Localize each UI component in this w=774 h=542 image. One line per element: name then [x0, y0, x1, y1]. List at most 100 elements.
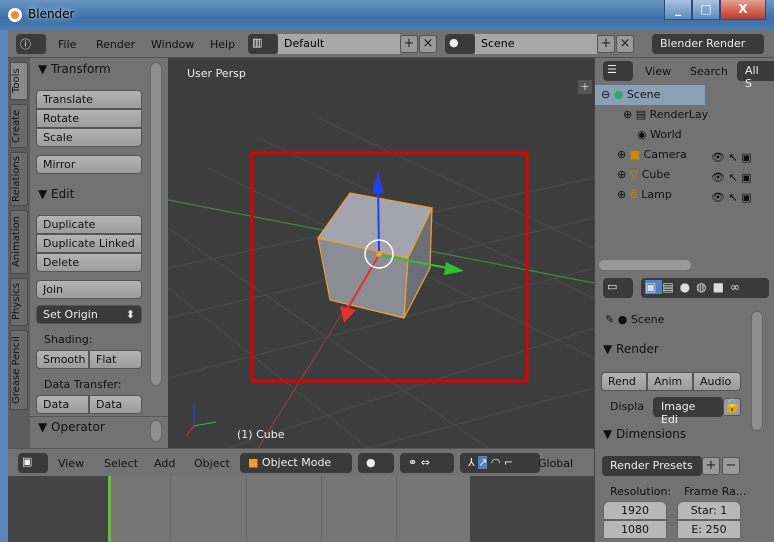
menu-object[interactable]: Object: [194, 457, 230, 470]
timeline[interactable]: [8, 476, 594, 542]
render-header-label: Render: [616, 342, 659, 356]
menu-select[interactable]: Select: [104, 457, 138, 470]
z-arrow-icon: [372, 172, 384, 193]
outliner-item-cube[interactable]: ⊕ ▽ Cube: [617, 165, 670, 185]
maximize-button[interactable]: □: [692, 0, 720, 20]
manipulator-toggles[interactable]: ⅄ ↗ ◠ ⌐: [460, 453, 540, 473]
outliner-type-icon[interactable]: ☰: [603, 61, 633, 81]
current-frame-marker[interactable]: [108, 476, 111, 542]
visibility-icons[interactable]: 👁 ↖ ▣ 👁 ↖ ▣ 👁 ↖ ▣: [711, 148, 752, 208]
remove-scene-icon[interactable]: ×: [616, 35, 634, 53]
properties-scrollbar[interactable]: [751, 311, 763, 431]
tab-tools[interactable]: Tools: [10, 62, 28, 100]
tab-physics[interactable]: Physics: [10, 278, 28, 326]
view-label: User Persp: [187, 67, 246, 80]
duplicate-linked-button[interactable]: Duplicate Linked: [36, 234, 142, 253]
add-layout-icon[interactable]: +: [400, 35, 418, 53]
edit-panel-header[interactable]: ▼ Edit: [38, 187, 74, 201]
3d-viewport[interactable]: User Persp (1) Cube +: [168, 58, 594, 448]
transform-panel-header[interactable]: ▼ Transform: [38, 62, 111, 76]
scene-icon: ●: [613, 88, 624, 101]
resolution-x-field[interactable]: 1920: [603, 501, 667, 520]
data-button[interactable]: Data: [36, 395, 89, 414]
shading-label: Shading:: [44, 333, 93, 346]
frame-end-field[interactable]: E: 250: [677, 520, 741, 539]
data-transfer-label: Data Transfer:: [44, 378, 122, 391]
layout-selector[interactable]: Default: [278, 34, 400, 54]
translate-button[interactable]: Translate: [36, 90, 142, 109]
join-button[interactable]: Join: [36, 280, 142, 299]
remove-preset-icon[interactable]: −: [722, 457, 740, 475]
operator-scrollbar[interactable]: [150, 420, 162, 442]
render-animation-button[interactable]: Anim: [647, 372, 693, 391]
mode-select[interactable]: ■ Object Mode: [240, 453, 352, 473]
orientation-select[interactable]: Global: [538, 457, 573, 470]
menu-window[interactable]: Window: [151, 38, 194, 51]
tab-relations[interactable]: Relations: [10, 152, 28, 206]
display-select[interactable]: Image Edi: [653, 397, 723, 426]
dimensions-panel-header[interactable]: ▼ Dimensions: [603, 427, 686, 441]
render-engine-select[interactable]: Blender Render: [652, 34, 764, 54]
rotate-button[interactable]: Rotate: [36, 109, 142, 128]
menu-render[interactable]: Render: [96, 38, 135, 51]
pivot-select[interactable]: ⚭ ⇔: [400, 453, 454, 473]
render-audio-button[interactable]: Audio: [693, 372, 741, 391]
tab-animation[interactable]: Animation: [10, 210, 28, 274]
close-button[interactable]: X: [720, 0, 766, 20]
mirror-button[interactable]: Mirror: [36, 155, 142, 174]
render-presets-select[interactable]: Render Presets: [602, 456, 702, 476]
properties-toggle-icon[interactable]: +: [578, 80, 592, 94]
properties-type-icon[interactable]: ▭: [603, 278, 633, 298]
operator-panel-header[interactable]: ▼ Operator: [38, 420, 105, 434]
tool-tabs: Tools Create Relations Animation Physics…: [8, 58, 30, 448]
render-panel-header[interactable]: ▼ Render: [603, 342, 659, 356]
duplicate-button[interactable]: Duplicate: [36, 215, 142, 234]
tool-shelf-scrollbar[interactable]: [150, 62, 162, 386]
tab-create[interactable]: Create: [10, 104, 28, 148]
outliner-item-lamp[interactable]: ⊕ ♁ Lamp: [617, 185, 672, 205]
info-editor-type-icon[interactable]: ⓘ: [16, 34, 46, 54]
context-label: Scene: [630, 313, 665, 326]
editor-type-icon[interactable]: ▣: [18, 453, 48, 473]
transform-header-label: Transform: [51, 62, 111, 76]
menu-help[interactable]: Help: [210, 38, 235, 51]
outliner-menu-search[interactable]: Search: [690, 65, 728, 78]
outliner-item-renderlayers[interactable]: ⊕ ▤ RenderLay: [623, 105, 708, 125]
frame-start-field[interactable]: Star: 1: [677, 501, 741, 520]
tab-grease-pencil[interactable]: Grease Pencil: [10, 330, 28, 410]
outliner-item-camera[interactable]: ⊕ ■ Camera: [617, 145, 687, 165]
add-preset-icon[interactable]: +: [702, 457, 720, 475]
properties-context-tabs[interactable]: ▣▤●◍■∞: [641, 278, 769, 298]
delete-button[interactable]: Delete: [36, 253, 142, 272]
menu-view[interactable]: View: [58, 457, 84, 470]
data-layout-button[interactable]: Data La: [89, 395, 142, 414]
outliner-item-scene[interactable]: ⊖ ● Scene: [595, 85, 705, 105]
flat-button[interactable]: Flat: [89, 350, 142, 369]
scale-button[interactable]: Scale: [36, 128, 142, 147]
menu-file[interactable]: File: [58, 38, 76, 51]
outliner-scrollbar[interactable]: [599, 260, 691, 270]
screen-layout-icon[interactable]: ▥: [248, 34, 278, 54]
shading-select[interactable]: ●: [358, 453, 394, 473]
render-image-button[interactable]: Rend: [601, 372, 647, 391]
remove-layout-icon[interactable]: ×: [419, 35, 437, 53]
outliner-filter-select[interactable]: All S: [737, 61, 774, 90]
tool-shelf: ▼ Transform Translate Rotate Scale Mirro…: [30, 58, 168, 448]
add-scene-icon[interactable]: +: [597, 35, 615, 53]
set-origin-label: Set Origin: [43, 308, 98, 321]
resolution-y-field[interactable]: 1080: [603, 520, 667, 539]
cube: [316, 192, 433, 319]
scene-icon[interactable]: ●: [445, 34, 475, 54]
operator-header-label: Operator: [51, 420, 105, 434]
frame-range-label: Frame Ra...: [684, 485, 747, 498]
set-origin-select[interactable]: Set Origin ⬍: [36, 305, 142, 324]
outliner-item-world[interactable]: ◉ World: [637, 125, 682, 145]
lock-icon[interactable]: 🔓: [723, 398, 741, 416]
smooth-button[interactable]: Smooth: [36, 350, 89, 369]
minimize-button[interactable]: _: [664, 0, 692, 20]
outliner-label: Camera: [643, 148, 687, 161]
menu-add[interactable]: Add: [154, 457, 175, 470]
outliner-menu-view[interactable]: View: [645, 65, 671, 78]
axis-gizmo-icon: [185, 403, 217, 437]
scene-selector[interactable]: Scene: [475, 34, 597, 54]
